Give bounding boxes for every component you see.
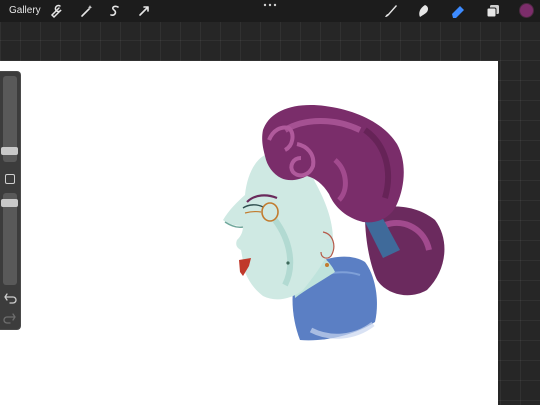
layers-icon[interactable] [484, 2, 502, 20]
opacity-handle[interactable] [1, 199, 18, 207]
undo-icon[interactable] [3, 290, 17, 304]
brush-sidebar [0, 71, 21, 330]
portrait-artwork [215, 100, 450, 352]
magic-wand-icon[interactable] [77, 2, 95, 20]
more-options-icon[interactable] [262, 0, 278, 10]
color-picker-button[interactable] [519, 3, 534, 18]
brush-size-handle[interactable] [1, 147, 18, 155]
modify-button[interactable] [5, 174, 15, 184]
top-toolbar: Gallery [0, 0, 540, 22]
transform-icon[interactable] [135, 2, 153, 20]
eraser-icon[interactable] [449, 2, 467, 20]
brush-icon[interactable] [381, 2, 399, 20]
wrench-icon[interactable] [48, 2, 66, 20]
smudge-icon[interactable] [414, 2, 432, 20]
redo-icon[interactable] [3, 310, 17, 324]
procreate-screen: { "topbar": { "gallery_label": "Gallery"… [0, 0, 540, 405]
selection-icon[interactable] [106, 2, 124, 20]
gallery-button[interactable]: Gallery [9, 4, 41, 18]
